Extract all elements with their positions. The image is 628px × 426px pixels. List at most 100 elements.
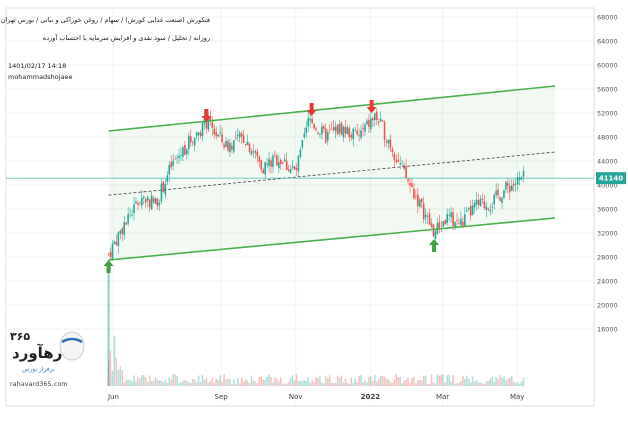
volume-bar [205, 378, 208, 386]
volume-bar [385, 378, 388, 386]
volume-bar [338, 377, 341, 386]
logo-number: ۳۶۵ [10, 330, 31, 343]
candle-body [154, 198, 157, 205]
volume-bar [160, 380, 163, 386]
candle-body [117, 232, 120, 247]
volume-bar [125, 379, 127, 386]
candle-body [375, 111, 378, 121]
volume-bar [373, 374, 376, 386]
candle-body [399, 163, 402, 165]
volume-bar [148, 375, 151, 386]
candle-body [464, 214, 466, 226]
volume-bar [479, 382, 482, 386]
candle-body [481, 198, 484, 200]
candle-body [311, 118, 313, 123]
candle-body [417, 194, 419, 207]
volume-bar [387, 379, 390, 386]
candle-body [256, 151, 259, 157]
volume-bar [395, 374, 398, 386]
candle-body [268, 159, 270, 166]
volume-bar [272, 382, 274, 386]
candle-body [465, 210, 468, 212]
volume-bar [248, 382, 251, 386]
volume-bar [456, 383, 458, 386]
volume-bar [278, 381, 280, 386]
volume-bar [413, 376, 415, 386]
volume-bar [491, 376, 494, 386]
volume-bar [133, 375, 135, 386]
volume-bar [295, 374, 298, 386]
volume-bar [195, 381, 198, 386]
volume-bar [399, 376, 402, 386]
candle-body [462, 221, 464, 227]
volume-bar [405, 379, 407, 386]
volume-bar [283, 383, 286, 386]
volume-bar [158, 380, 161, 386]
volume-bar [168, 377, 171, 386]
x-tick-label: Sep [215, 393, 229, 401]
timestamp: 1401/02/17 14:18 [8, 62, 67, 70]
volume-bar [117, 370, 120, 386]
candle-body [148, 199, 151, 208]
candle-body [385, 140, 388, 143]
candle-body [477, 200, 480, 205]
candle-body [229, 142, 231, 152]
volume-bar [182, 380, 184, 386]
volume-bar [436, 374, 439, 386]
y-tick-label: 16000 [597, 326, 618, 334]
y-tick-label: 24000 [597, 278, 618, 286]
volume-bar [111, 370, 114, 386]
volume-bar [203, 379, 206, 386]
candle-body [248, 143, 251, 152]
candle-body [328, 129, 331, 131]
volume-bar [109, 349, 112, 386]
y-tick-label: 28000 [597, 254, 618, 262]
volume-bar [299, 380, 302, 386]
volume-bar [156, 379, 159, 386]
candle-body [236, 134, 239, 136]
x-tick-label: Mar [436, 393, 449, 401]
volume-bar [485, 381, 488, 386]
volume-bar [189, 383, 192, 386]
volume-bar [305, 381, 308, 386]
price-chart[interactable]: 1600020000240002800032000360004000044000… [0, 0, 628, 422]
volume-bar [211, 377, 214, 386]
candle-body [450, 212, 452, 218]
candle-body [350, 134, 353, 138]
candle-body [487, 208, 490, 210]
volume-bar [281, 383, 284, 386]
candle-body [301, 139, 304, 148]
candle-body [507, 183, 509, 186]
volume-bar [489, 378, 492, 386]
volume-bar [209, 381, 212, 386]
volume-bar [199, 381, 202, 386]
volume-bar [430, 374, 433, 386]
candle-body [377, 121, 380, 123]
candle-body [307, 118, 310, 127]
volume-bar [139, 378, 141, 386]
candle-body [234, 137, 237, 139]
candle-body [356, 130, 358, 135]
volume-bar [512, 381, 515, 386]
volume-bar [166, 382, 169, 386]
candle-body [189, 136, 192, 143]
volume-bar [326, 378, 329, 386]
volume-bar [344, 378, 347, 386]
volume-bar [370, 376, 372, 386]
candle-body [336, 124, 339, 135]
volume-bar [264, 379, 266, 386]
candle-body [509, 186, 511, 193]
candle-body [387, 139, 390, 144]
volume-bar [129, 379, 131, 386]
volume-bar [440, 374, 443, 386]
volume-bar [188, 382, 190, 386]
volume-bar [328, 375, 331, 386]
candle-body [315, 128, 317, 131]
candle-body [352, 128, 355, 140]
candle-body [434, 231, 437, 239]
volume-bar [285, 383, 288, 386]
candle-body [238, 132, 241, 138]
candle-body [366, 120, 368, 125]
candle-body [252, 151, 255, 153]
volume-bar [499, 375, 501, 386]
